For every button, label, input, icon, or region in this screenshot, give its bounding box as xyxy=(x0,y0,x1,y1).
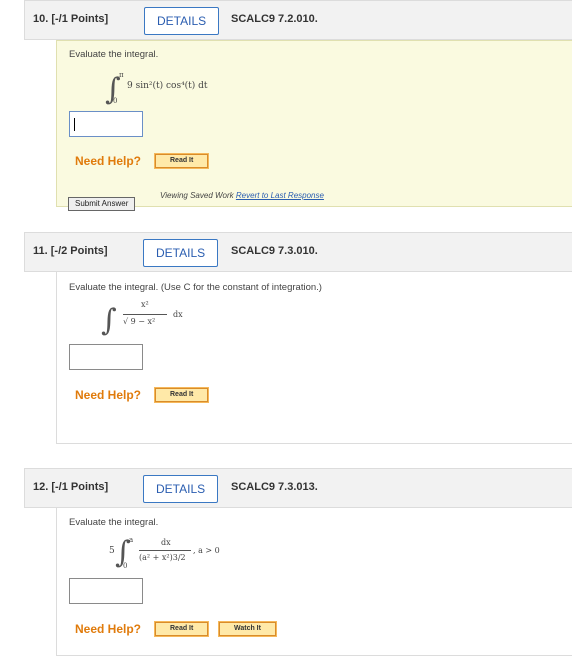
question-code: SCALC9 7.3.013. xyxy=(231,481,318,493)
question-10: 10. [-/1 Points] DETAILS SCALC9 7.2.010.… xyxy=(24,0,572,220)
integral-lower-limit: 0 xyxy=(123,562,128,570)
integral-upper-limit: a xyxy=(129,536,134,544)
question-header: 12. [-/1 Points] DETAILS SCALC9 7.3.013. xyxy=(24,468,572,508)
question-number: 10. [-/1 Points] xyxy=(33,13,109,25)
revert-link[interactable]: Revert to Last Response xyxy=(236,191,324,200)
saved-work-note: Viewing Saved Work Revert to Last Respon… xyxy=(160,191,324,200)
need-help-label: Need Help? xyxy=(75,388,142,402)
question-prompt: Evaluate the integral. xyxy=(69,49,159,60)
differential: dx xyxy=(173,310,183,319)
question-prompt: Evaluate the integral. (Use C for the co… xyxy=(69,282,322,293)
need-help-label: Need Help? xyxy=(75,154,142,168)
details-button[interactable]: DETAILS xyxy=(144,7,220,35)
fraction-bar xyxy=(139,550,191,551)
fraction-numerator: dx xyxy=(161,538,171,547)
question-code: SCALC9 7.2.010. xyxy=(231,13,318,25)
answer-input[interactable] xyxy=(69,344,143,370)
question-prompt: Evaluate the integral. xyxy=(69,517,159,528)
question-body: Evaluate the integral. 5 ∫ a 0 dx (a² + … xyxy=(56,508,572,656)
integral-lower-limit: 0 xyxy=(113,97,118,105)
details-button[interactable]: DETAILS xyxy=(143,475,219,503)
fraction-bar xyxy=(123,314,167,315)
question-12: 12. [-/1 Points] DETAILS SCALC9 7.3.013.… xyxy=(24,468,572,664)
integral-coefficient: 5 xyxy=(109,546,115,556)
text-cursor xyxy=(74,118,75,131)
read-it-button[interactable]: Read It xyxy=(153,387,210,403)
saved-work-panel: Evaluate the integral. ∫ π 0 9 sin²(t) c… xyxy=(56,40,572,207)
read-it-button[interactable]: Read It xyxy=(153,621,210,637)
answer-input[interactable] xyxy=(69,111,143,137)
question-header: 10. [-/1 Points] DETAILS SCALC9 7.2.010. xyxy=(24,0,572,40)
fraction-denominator: (a² + x²)3/2 xyxy=(139,553,186,562)
integral-sign: ∫ xyxy=(101,303,117,338)
question-header: 11. [-/2 Points] DETAILS SCALC9 7.3.010. xyxy=(24,232,572,272)
read-it-button[interactable]: Read It xyxy=(153,153,210,169)
question-code: SCALC9 7.3.010. xyxy=(231,245,318,257)
question-number: 12. [-/1 Points] xyxy=(33,481,109,493)
integral-condition: , a > 0 xyxy=(193,546,220,555)
integrand: 9 sin²(t) cos⁴(t) dt xyxy=(127,81,208,91)
question-number: 11. [-/2 Points] xyxy=(33,245,108,257)
details-button[interactable]: DETAILS xyxy=(143,239,219,267)
answer-input[interactable] xyxy=(69,578,143,604)
fraction-numerator: x² xyxy=(141,300,149,309)
integral-upper-limit: π xyxy=(119,71,124,79)
question-body: Evaluate the integral. (Use C for the co… xyxy=(56,272,572,444)
question-11: 11. [-/2 Points] DETAILS SCALC9 7.3.010.… xyxy=(24,232,572,444)
watch-it-button[interactable]: Watch It xyxy=(218,621,277,637)
fraction-denominator: √ 9 − x² xyxy=(123,317,156,326)
submit-answer-button[interactable]: Submit Answer xyxy=(68,197,136,211)
need-help-label: Need Help? xyxy=(75,622,142,636)
saved-work-text: Viewing Saved Work xyxy=(160,191,234,200)
